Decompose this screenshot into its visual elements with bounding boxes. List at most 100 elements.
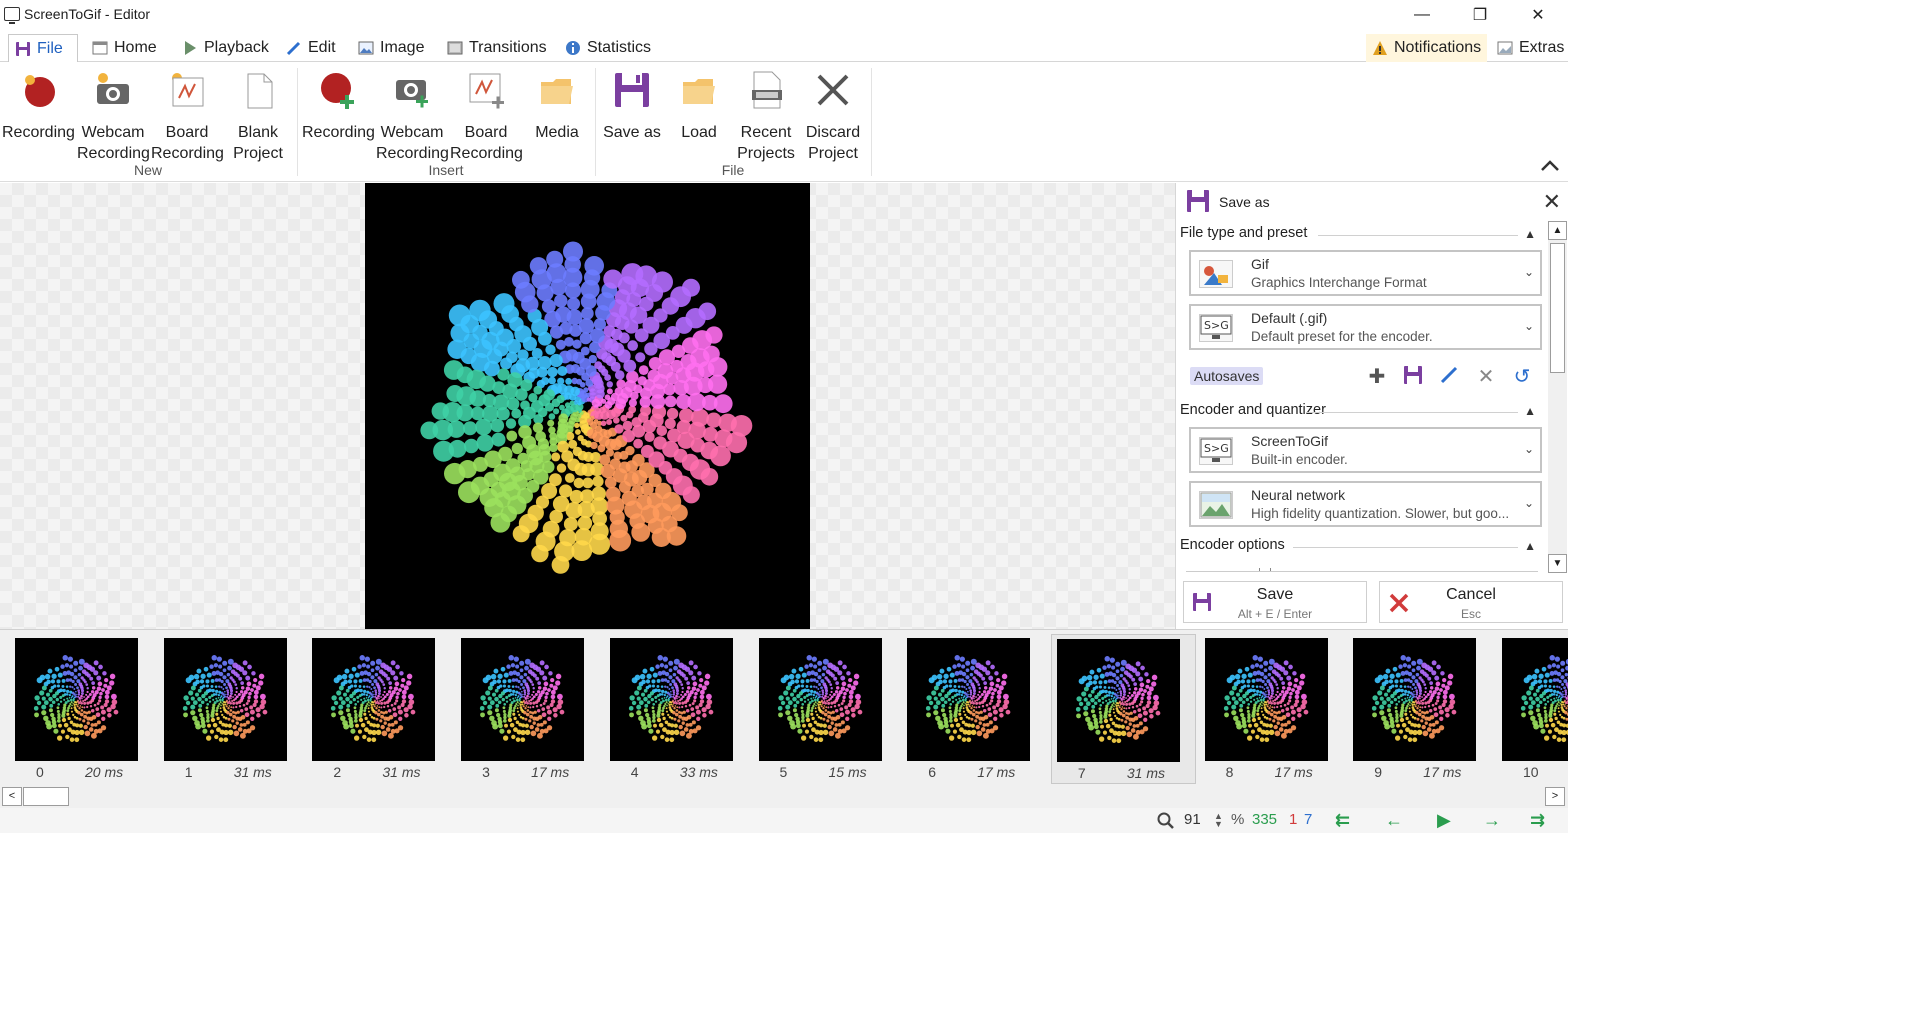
collapse-section-icon[interactable]: ▲	[1524, 227, 1536, 241]
previous-frame-icon[interactable]: ←	[1385, 810, 1403, 831]
frame-list-scrollbar[interactable]: < >	[0, 786, 1568, 808]
frame-item[interactable]: 6 17 ms	[902, 634, 1047, 784]
frame-item[interactable]: 1 31 ms	[159, 634, 304, 784]
pencil-icon	[286, 41, 301, 56]
frame-number: 10	[1523, 764, 1539, 780]
collapse-ribbon-icon[interactable]	[1540, 158, 1560, 177]
tab-label: Edit	[308, 39, 336, 56]
scroll-up-arrow-icon[interactable]: ▲	[1548, 221, 1567, 240]
tab-statistics[interactable]: Statistics	[559, 34, 657, 62]
frame-item[interactable]: 8 17 ms	[1200, 634, 1345, 784]
encoder-select[interactable]: S>G ScreenToGif Built-in encoder. ⌄	[1189, 427, 1542, 473]
frame-item[interactable]: 10	[1497, 634, 1568, 784]
button-label: Board	[464, 124, 508, 141]
slider-handle[interactable]	[1259, 568, 1271, 571]
tab-file[interactable]: File	[8, 34, 78, 63]
load-button[interactable]: Load	[663, 70, 735, 143]
next-frame-icon[interactable]: →	[1483, 810, 1501, 831]
frame-list[interactable]: 0 20 ms 1 31 ms 2 31 ms 3 17 ms 4 33 ms 5 15 ms 6 17 …	[0, 629, 1568, 786]
collapse-section-icon[interactable]: ▲	[1524, 539, 1536, 553]
tab-image[interactable]: Image	[352, 34, 430, 62]
autosaves-badge[interactable]: Autosaves	[1190, 367, 1264, 385]
frame-item[interactable]: 7 31 ms	[1050, 634, 1196, 784]
scroll-left-arrow-icon[interactable]: <	[2, 787, 22, 806]
landscape-image-icon	[1199, 491, 1233, 519]
frame-item[interactable]: 0 20 ms	[10, 634, 155, 784]
insert-recording-button[interactable]: Recording	[302, 70, 375, 143]
warning-icon	[1373, 41, 1387, 55]
combo-desc: High fidelity quantization. Slower, but …	[1251, 506, 1510, 521]
panel-scrollbar[interactable]: ▲ ▼	[1548, 221, 1567, 573]
tab-label: Home	[114, 39, 157, 56]
scroll-thumb[interactable]	[23, 787, 69, 806]
button-label: Media	[535, 124, 579, 141]
save-preset-icon[interactable]	[1401, 365, 1425, 389]
minimize-button[interactable]: —	[1393, 0, 1451, 30]
frame-item[interactable]: 5 15 ms	[754, 634, 899, 784]
save-icon	[1187, 190, 1209, 212]
button-label: Project	[233, 145, 283, 162]
new-webcam-recording-button[interactable]: Webcam Recording	[77, 70, 150, 164]
close-button[interactable]: ✕	[1509, 0, 1567, 30]
maximize-button[interactable]: ❐	[1451, 0, 1509, 30]
delete-preset-icon[interactable]: ✕	[1474, 365, 1498, 389]
current-frame-preview	[365, 183, 810, 629]
scroll-down-arrow-icon[interactable]: ▼	[1548, 554, 1567, 573]
tab-label: Statistics	[587, 39, 652, 56]
reset-preset-icon[interactable]: ↺	[1510, 365, 1534, 389]
tab-playback[interactable]: Playback	[176, 34, 275, 62]
scroll-thumb[interactable]	[1550, 243, 1565, 373]
button-label: Recording	[151, 145, 224, 162]
frame-item[interactable]: 2 31 ms	[307, 634, 452, 784]
save-icon	[615, 73, 649, 107]
chevron-down-icon: ⌄	[1523, 442, 1534, 456]
file-type-select[interactable]: Gif Graphics Interchange Format ⌄	[1189, 250, 1542, 296]
last-frame-icon[interactable]: ⇉	[1530, 810, 1545, 831]
combo-desc: Graphics Interchange Format	[1251, 275, 1427, 290]
chevron-down-icon: ⌄	[1523, 496, 1534, 510]
board-add-icon	[469, 73, 504, 109]
section-encoder-options: Encoder options	[1180, 537, 1285, 553]
insert-media-button[interactable]: Media	[521, 70, 593, 143]
extras-button[interactable]: Extras	[1491, 34, 1570, 62]
blank-project-button[interactable]: Blank Project	[222, 70, 294, 164]
scroll-right-arrow-icon[interactable]: >	[1545, 787, 1565, 806]
insert-board-recording-button[interactable]: Board Recording	[450, 70, 523, 164]
tab-transitions[interactable]: Transitions	[441, 34, 553, 62]
svg-text:S>G: S>G	[1204, 319, 1229, 332]
tab-edit[interactable]: Edit	[280, 34, 342, 62]
discard-project-button[interactable]: Discard Project	[797, 70, 869, 164]
close-panel-icon[interactable]: ✕	[1543, 189, 1561, 215]
button-label: Recording	[77, 145, 150, 162]
recent-projects-button[interactable]: Recent Projects	[730, 70, 802, 164]
save-button[interactable]: Save Alt + E / Enter	[1183, 581, 1367, 623]
zoom-stepper-icon[interactable]: ▲ ▼	[1214, 812, 1223, 829]
status-bar: 91 ▲ ▼ % 335 1 7 ⇇ ← ▶ → ⇉	[0, 808, 1568, 833]
quantizer-select[interactable]: Neural network High fidelity quantizatio…	[1189, 481, 1542, 527]
insert-webcam-recording-button[interactable]: Webcam Recording	[376, 70, 449, 164]
first-frame-icon[interactable]: ⇇	[1335, 810, 1350, 831]
add-preset-icon[interactable]: ✚	[1365, 365, 1389, 389]
notifications-button[interactable]: Notifications	[1366, 34, 1488, 62]
save-as-button[interactable]: Save as	[596, 70, 668, 143]
divider	[1318, 235, 1518, 236]
cancel-button[interactable]: Cancel Esc	[1379, 581, 1563, 623]
camera-add-icon	[396, 80, 428, 108]
zoom-value[interactable]: 91	[1184, 811, 1201, 828]
button-label: Recording	[376, 145, 449, 162]
new-board-recording-button[interactable]: Board Recording	[151, 70, 224, 164]
frame-item[interactable]: 3 17 ms	[456, 634, 601, 784]
tab-home[interactable]: Home	[86, 34, 163, 62]
preset-select[interactable]: S>G Default (.gif) Default preset for th…	[1189, 304, 1542, 350]
frame-item[interactable]: 4 33 ms	[605, 634, 750, 784]
transition-icon	[447, 41, 463, 55]
new-recording-button[interactable]: Recording	[2, 70, 75, 143]
group-label-file: File	[721, 162, 745, 178]
edit-preset-icon[interactable]	[1437, 365, 1461, 389]
group-label-new: New	[133, 162, 162, 178]
collapse-section-icon[interactable]: ▲	[1524, 404, 1536, 418]
frame-number: 6	[928, 764, 936, 780]
frame-item[interactable]: 9 17 ms	[1348, 634, 1493, 784]
chevron-down-icon: ⌄	[1523, 319, 1534, 333]
play-frames-icon[interactable]: ▶	[1437, 810, 1451, 831]
